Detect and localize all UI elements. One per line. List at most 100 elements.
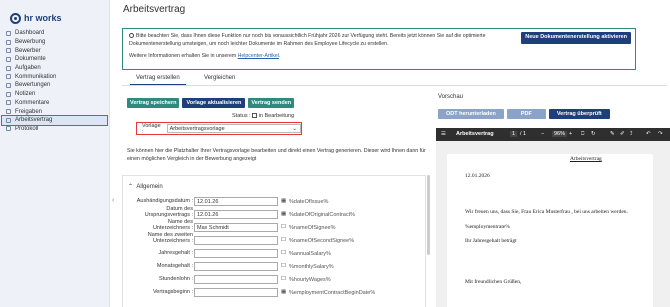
sidebar-item-label: Bewerbung: [15, 39, 46, 46]
placeholder-icon: ☐: [281, 250, 286, 256]
field-input[interactable]: [194, 236, 278, 245]
calendar-icon[interactable]: ▦: [281, 211, 286, 217]
calendar-icon[interactable]: ▦: [281, 289, 286, 295]
field-label: Datum des Ursprungsvertrags :: [144, 206, 193, 218]
annotate-icon[interactable]: ✎: [610, 131, 615, 137]
doc-line: Wir freuen uns, dass Sie, Frau Erica Mus…: [465, 209, 628, 215]
field-input[interactable]: Max Schmidt: [194, 223, 278, 232]
placeholder-name: %dateOfIssue%: [289, 199, 329, 205]
field-label-line: Aushändigungsdatum :: [136, 198, 193, 204]
zoom-in-icon[interactable]: +: [569, 131, 572, 137]
bewerber-icon: [6, 48, 11, 54]
sidebar-item-dokumente[interactable]: Dokumente: [0, 55, 109, 64]
chevron-down-icon: ⌄: [292, 125, 297, 132]
field-label-line: Monatsgehalt :: [156, 263, 193, 269]
form-panel: ⌃ Allgemein Aushändigungsdatum :12.01.26…: [122, 175, 426, 307]
page-number-input[interactable]: 1: [510, 131, 518, 137]
doc-heading: Arbeitsvertrag: [570, 156, 602, 162]
draw-icon[interactable]: ✐: [620, 131, 625, 137]
sidebar-item-aufgaben[interactable]: Aufgaben: [0, 64, 109, 73]
status: Status : in Bearbeitung: [232, 113, 294, 119]
sidebar-item-label: Notizen: [15, 91, 36, 98]
kommunikation-icon: [6, 74, 11, 80]
download-odt-button[interactable]: ODT herunterladen: [438, 109, 504, 119]
sidebar-item-kommunikation[interactable]: Kommunikation: [0, 72, 109, 81]
field-label-line: Ursprungsvertrags :: [144, 211, 193, 218]
fit-page-icon[interactable]: ⎕: [581, 131, 584, 138]
form-row: Stundenlohn : ☐ %hourlyWages%: [123, 275, 423, 285]
field-input[interactable]: [194, 275, 278, 284]
field-input[interactable]: 12.01.26: [194, 210, 278, 219]
edit-icon: [251, 113, 257, 118]
sidebar-item-label: Arbeitsvertrag: [15, 117, 53, 124]
contract-checked-button[interactable]: Vertrag überprüft: [548, 109, 610, 119]
sidebar-item-bewerbung[interactable]: Bewerbung: [0, 38, 109, 47]
form-scrollbar[interactable]: [427, 175, 430, 255]
field-input[interactable]: [194, 249, 278, 258]
field-label-line: Vertragsbeginn :: [152, 289, 193, 295]
placeholder-icon: ☐: [281, 263, 286, 269]
placeholder-name: %hourlyWages%: [289, 277, 331, 283]
section-header[interactable]: ⌃ Allgemein: [128, 183, 163, 190]
sidebar-item-label: Freigaben: [15, 108, 43, 115]
undo-icon[interactable]: ↶: [646, 131, 651, 137]
pdf-button[interactable]: PDF: [506, 109, 546, 119]
placeholder-name: %nameOfSignee%: [289, 225, 336, 231]
sidebar-item-label: Bewerber: [15, 47, 41, 54]
template-label: Vorlage :: [142, 122, 161, 135]
rotate-icon[interactable]: ↻: [591, 131, 596, 137]
bewerbung-icon: [6, 39, 11, 45]
zoom-out-icon[interactable]: −: [541, 131, 544, 137]
chevron-up-icon: ⌃: [128, 184, 134, 190]
placeholder-icon: ☐: [281, 224, 286, 230]
helpcenter-link[interactable]: Helpcenter-Artikel: [238, 53, 279, 59]
pdf-toolbar: ☰ Arbeitsvertrag 1 / 1 − 96% + ⎕ ↻ ✎ ✐ ℐ…: [436, 128, 670, 141]
tab-create-contract[interactable]: Vertrag erstellen: [130, 74, 186, 85]
field-input[interactable]: [194, 262, 278, 271]
sidebar-nav: Dashboard Bewerbung Bewerber Dokumente Aufga…: [0, 26, 109, 133]
calendar-icon[interactable]: ▦: [281, 198, 286, 204]
sidebar-toggle-icon[interactable]: ☰: [441, 131, 446, 137]
field-input[interactable]: 12.01.26: [194, 197, 278, 206]
pdf-viewer[interactable]: Arbeitsvertrag 12.01.2026 Wir freuen uns…: [436, 141, 670, 307]
preview-label: Vorschau: [438, 94, 464, 100]
sidebar-item-protokoll[interactable]: Protokoll: [0, 125, 109, 134]
sidebar-item-kommentare[interactable]: Kommentare: [0, 99, 109, 108]
kommentare-icon: [6, 100, 11, 106]
bewertungen-icon: [6, 82, 11, 88]
sidebar-item-dashboard[interactable]: Dashboard: [0, 29, 109, 38]
field-label: Name des zweiten Unterzeichners :: [148, 232, 193, 244]
page-title: Arbeitsvertrag: [123, 4, 186, 15]
update-template-button[interactable]: Vorlage aktualisieren: [182, 98, 246, 108]
section-title: Allgemein: [136, 184, 163, 190]
sidebar-item-label: Bewertungen: [15, 82, 51, 89]
signature-icon[interactable]: ℐ: [630, 131, 633, 137]
sidebar-item-arbeitsvertrag[interactable]: Arbeitsvertrag: [1, 114, 108, 126]
field-input[interactable]: [194, 288, 278, 297]
placeholder-name: %dateOfOriginalContract%: [289, 212, 356, 218]
save-contract-button[interactable]: Vertrag speichern: [127, 98, 180, 108]
sidebar-item-notizen[interactable]: Notizen: [0, 90, 109, 99]
sidebar-item-label: Kommunikation: [15, 73, 57, 80]
field-label-line: Stundenlohn :: [159, 276, 193, 282]
arbeitsvertrag-icon: [6, 117, 11, 123]
redo-icon[interactable]: ↷: [658, 131, 663, 137]
dokumente-icon: [6, 56, 11, 62]
aufgaben-icon: [6, 65, 11, 71]
template-select[interactable]: Arbeitsvertragsvorlage ⌄: [166, 124, 301, 133]
sidebar-item-bewerber[interactable]: Bewerber: [0, 46, 109, 55]
zoom-level[interactable]: 96%: [552, 131, 568, 137]
doc-line: %employmentrate%: [465, 224, 510, 230]
sidebar-item-bewertungen[interactable]: Bewertungen: [0, 81, 109, 90]
activate-new-document-creation-button[interactable]: Neue Dokumentenerstellung aktivieren: [521, 32, 631, 44]
collapse-sidebar-icon[interactable]: ‹: [112, 197, 114, 204]
banner-more: Weitere Informationen erhalten Sie in un…: [129, 53, 629, 61]
send-contract-button[interactable]: Vertrag senden: [248, 98, 295, 108]
pdf-page: Arbeitsvertrag 12.01.2026 Wir freuen uns…: [447, 154, 653, 307]
banner-message-wrap: Bitte beachten Sie, dass Ihnen diese Fun…: [129, 33, 514, 48]
sidebar-item-label: Aufgaben: [15, 65, 41, 72]
logo[interactable]: hr works: [0, 0, 109, 26]
tab-compare[interactable]: Vergleichen: [198, 74, 241, 82]
field-label: Aushändigungsdatum :: [136, 198, 193, 205]
sidebar-item-freigaben[interactable]: Freigaben: [0, 107, 109, 116]
